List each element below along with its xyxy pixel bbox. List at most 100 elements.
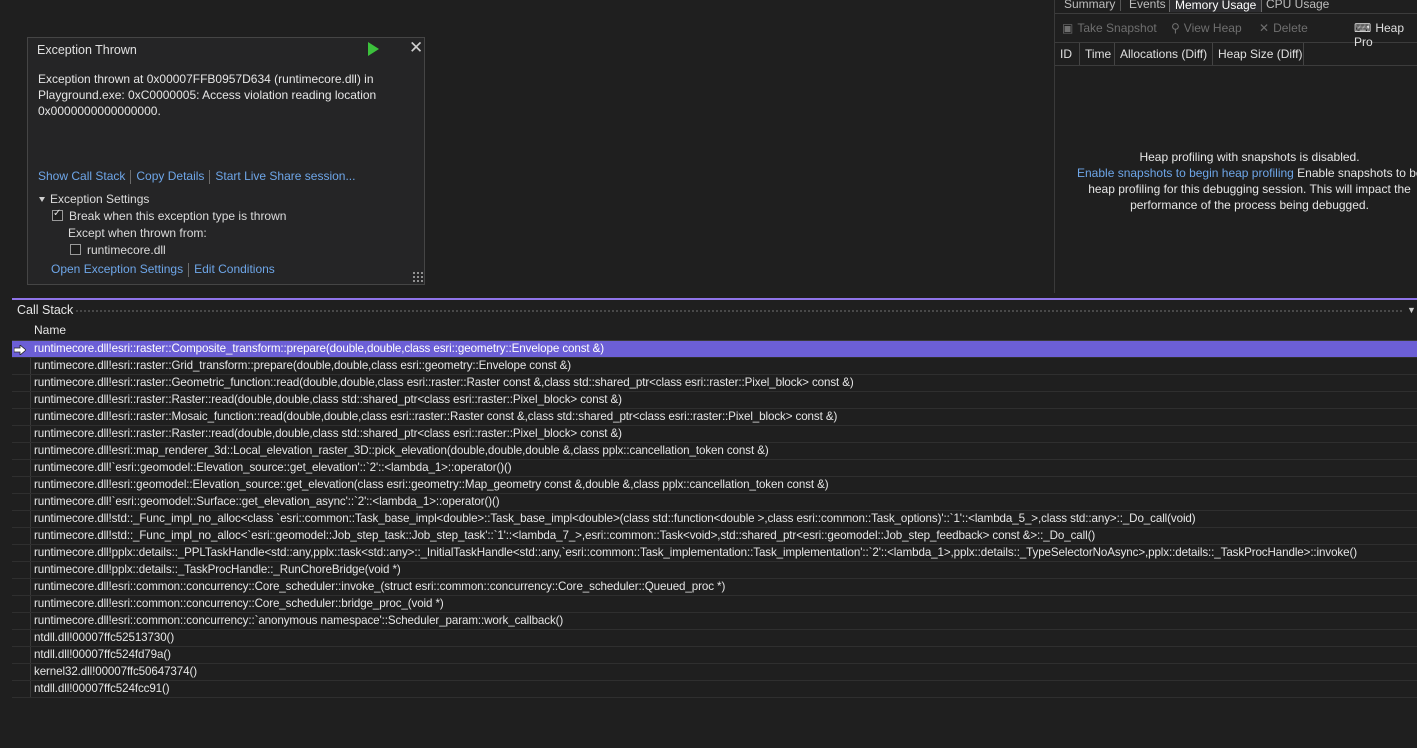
separator [209, 169, 211, 184]
frame-name: runtimecore.dll!esri::raster::Grid_trans… [34, 359, 572, 372]
stack-frame-row[interactable]: runtimecore.dll!`esri::geomodel::Elevati… [12, 460, 1417, 477]
frame-name: runtimecore.dll!pplx::details::_TaskProc… [34, 563, 401, 576]
stack-frame-row[interactable]: kernel32.dll!00007ffc50647374() [12, 664, 1417, 681]
delete-button[interactable]: ✕ Delete [1259, 21, 1308, 35]
frame-name: runtimecore.dll!`esri::geomodel::Surface… [34, 495, 500, 508]
window-menu-chevron-icon[interactable]: ▼ [1407, 305, 1416, 315]
stack-frame-row[interactable]: runtimecore.dll!`esri::geomodel::Surface… [12, 494, 1417, 511]
tab-memory-usage[interactable]: Memory Usage [1169, 0, 1263, 12]
column-divider [1303, 43, 1304, 65]
tab-summary[interactable]: Summary [1059, 0, 1122, 11]
stack-frame-row[interactable]: runtimecore.dll!esri::geomodel::Elevatio… [12, 477, 1417, 494]
stack-frame-row[interactable]: runtimecore.dll!esri::raster::Raster::re… [12, 392, 1417, 409]
delete-icon: ✕ [1259, 21, 1270, 35]
dll-label: runtimecore.dll [87, 243, 166, 257]
exception-settings-toggle[interactable]: Exception Settings [39, 192, 149, 206]
heap-disabled-message: Heap profiling with snapshots is disable… [1077, 149, 1417, 213]
break-checkbox[interactable] [52, 208, 63, 221]
exception-actions: Show Call Stack Copy Details Start Live Sh… [38, 169, 355, 184]
title-drag-grip[interactable] [75, 310, 1403, 312]
frame-name: runtimecore.dll!esri::raster::Raster::re… [34, 427, 622, 440]
frame-name: runtimecore.dll!esri::raster::Composite_… [34, 342, 605, 355]
heap-msg-line2: Enable snapshots to be [1293, 166, 1417, 180]
stack-frame-row[interactable]: runtimecore.dll!esri::common::concurrenc… [12, 596, 1417, 613]
delete-label: Delete [1273, 21, 1308, 35]
current-frame-row[interactable]: runtimecore.dll!esri::raster::Composite_… [12, 341, 1417, 358]
call-stack-title: Call Stack [17, 303, 74, 317]
column-divider [1079, 43, 1080, 65]
frame-name: runtimecore.dll!pplx::details::_PPLTaskH… [34, 546, 1357, 559]
view-heap-label: View Heap [1183, 21, 1242, 35]
stack-frame-row[interactable]: runtimecore.dll!pplx::details::_PPLTaskH… [12, 545, 1417, 562]
keyboard-icon: ⌨ [1354, 21, 1372, 35]
tab-cpu-usage[interactable]: CPU Usage [1261, 0, 1334, 11]
stack-frame-row[interactable]: runtimecore.dll!esri::raster::Geometric_… [12, 375, 1417, 392]
editor-pane: Exception Thrown ✕ Exception thrown at 0… [0, 0, 1047, 293]
heap-msg-line3: heap profiling for this debugging sessio… [1088, 182, 1411, 196]
col-heap-size[interactable]: Heap Size (Diff) [1218, 47, 1302, 61]
diagnostic-tools-pane: Summary Events Memory Usage CPU Usage ▣ T… [1054, 0, 1417, 293]
continue-play-icon[interactable] [368, 42, 379, 56]
diagnostic-tabs: Summary Events Memory Usage CPU Usage [1055, 0, 1417, 14]
call-stack-header: Name [12, 320, 1417, 341]
frame-name: runtimecore.dll!esri::geomodel::Elevatio… [34, 478, 829, 491]
view-heap-button[interactable]: ⚲ View Heap [1171, 21, 1242, 35]
dll-checkbox[interactable] [70, 244, 81, 255]
camera-icon: ▣ [1062, 21, 1074, 35]
column-divider [1212, 43, 1213, 65]
separator [188, 262, 190, 277]
show-call-stack-link[interactable]: Show Call Stack [38, 169, 125, 183]
stack-frame-row[interactable]: runtimecore.dll!std::_Func_impl_no_alloc… [12, 511, 1417, 528]
stack-frame-row[interactable]: runtimecore.dll!std::_Func_impl_no_alloc… [12, 528, 1417, 545]
frame-name: runtimecore.dll!`esri::geomodel::Elevati… [34, 461, 512, 474]
frame-name: ntdll.dll!00007ffc52513730() [34, 631, 175, 644]
col-name[interactable]: Name [34, 323, 66, 337]
snapshot-table-header: ID Time Allocations (Diff) Heap Size (Di… [1055, 43, 1417, 66]
stack-frame-row[interactable]: runtimecore.dll!esri::raster::Raster::re… [12, 426, 1417, 443]
current-instruction-arrow-icon [13, 344, 27, 356]
separator [130, 169, 132, 184]
edit-conditions-link[interactable]: Edit Conditions [194, 262, 275, 276]
stack-frame-row[interactable]: runtimecore.dll!pplx::details::_TaskProc… [12, 562, 1417, 579]
stack-frame-row[interactable]: runtimecore.dll!esri::common::concurrenc… [12, 579, 1417, 596]
heap-msg-line1: Heap profiling with snapshots is disable… [1139, 150, 1360, 164]
frame-name: runtimecore.dll!esri::raster::Mosaic_fun… [34, 410, 838, 423]
tab-events[interactable]: Events [1124, 0, 1172, 11]
stack-frame-row[interactable]: runtimecore.dll!esri::map_renderer_3d::L… [12, 443, 1417, 460]
break-checkbox-row[interactable]: Break when this exception type is thrown [52, 208, 287, 223]
memory-toolbar: ▣ Take Snapshot ⚲ View Heap ✕ Delete ⌨ Heap … [1055, 14, 1417, 49]
stack-frame-row[interactable]: ntdll.dll!00007ffc524fcc91() [12, 681, 1417, 698]
frame-name: runtimecore.dll!esri::raster::Geometric_… [34, 376, 854, 389]
exception-message: Exception thrown at 0x00007FFB0957D634 (… [38, 72, 377, 118]
exception-settings-links: Open Exception Settings Edit Conditions [51, 262, 275, 277]
take-snapshot-button[interactable]: ▣ Take Snapshot [1062, 21, 1157, 35]
resize-grip-icon[interactable] [412, 271, 424, 283]
frame-name: runtimecore.dll!std::_Func_impl_no_alloc… [34, 512, 1196, 525]
frame-name: runtimecore.dll!esri::raster::Raster::re… [34, 393, 622, 406]
frame-name: runtimecore.dll!std::_Func_impl_no_alloc… [34, 529, 1096, 542]
copy-details-link[interactable]: Copy Details [136, 169, 204, 183]
col-time[interactable]: Time [1085, 47, 1111, 61]
stack-frame-row[interactable]: runtimecore.dll!esri::raster::Mosaic_fun… [12, 409, 1417, 426]
live-share-link[interactable]: Start Live Share session... [215, 169, 355, 183]
col-id[interactable]: ID [1060, 47, 1072, 61]
break-label: Break when this exception type is thrown [69, 209, 287, 223]
column-divider [1114, 43, 1115, 65]
exception-title: Exception Thrown [37, 43, 137, 57]
col-allocations[interactable]: Allocations (Diff) [1120, 47, 1207, 61]
stack-frame-row[interactable]: ntdll.dll!00007ffc524fd79a() [12, 647, 1417, 664]
stack-frame-row[interactable]: ntdll.dll!00007ffc52513730() [12, 630, 1417, 647]
stack-frame-row[interactable]: runtimecore.dll!esri::common::concurrenc… [12, 613, 1417, 630]
stack-frame-row[interactable]: runtimecore.dll!esri::raster::Grid_trans… [12, 358, 1417, 375]
exception-settings-label: Exception Settings [50, 192, 150, 206]
enable-snapshots-link[interactable]: Enable snapshots to begin heap profiling [1077, 166, 1294, 180]
close-icon[interactable]: ✕ [409, 39, 423, 57]
open-exception-settings-link[interactable]: Open Exception Settings [51, 262, 183, 276]
frame-name: ntdll.dll!00007ffc524fcc91() [34, 682, 170, 695]
exception-popup: Exception Thrown ✕ Exception thrown at 0… [27, 37, 425, 285]
frame-name: runtimecore.dll!esri::common::concurrenc… [34, 597, 444, 610]
frame-name: runtimecore.dll!esri::common::concurrenc… [34, 580, 726, 593]
frame-name: runtimecore.dll!esri::map_renderer_3d::L… [34, 444, 769, 457]
take-snapshot-label: Take Snapshot [1077, 21, 1157, 35]
dll-checkbox-row[interactable]: runtimecore.dll [70, 243, 166, 257]
